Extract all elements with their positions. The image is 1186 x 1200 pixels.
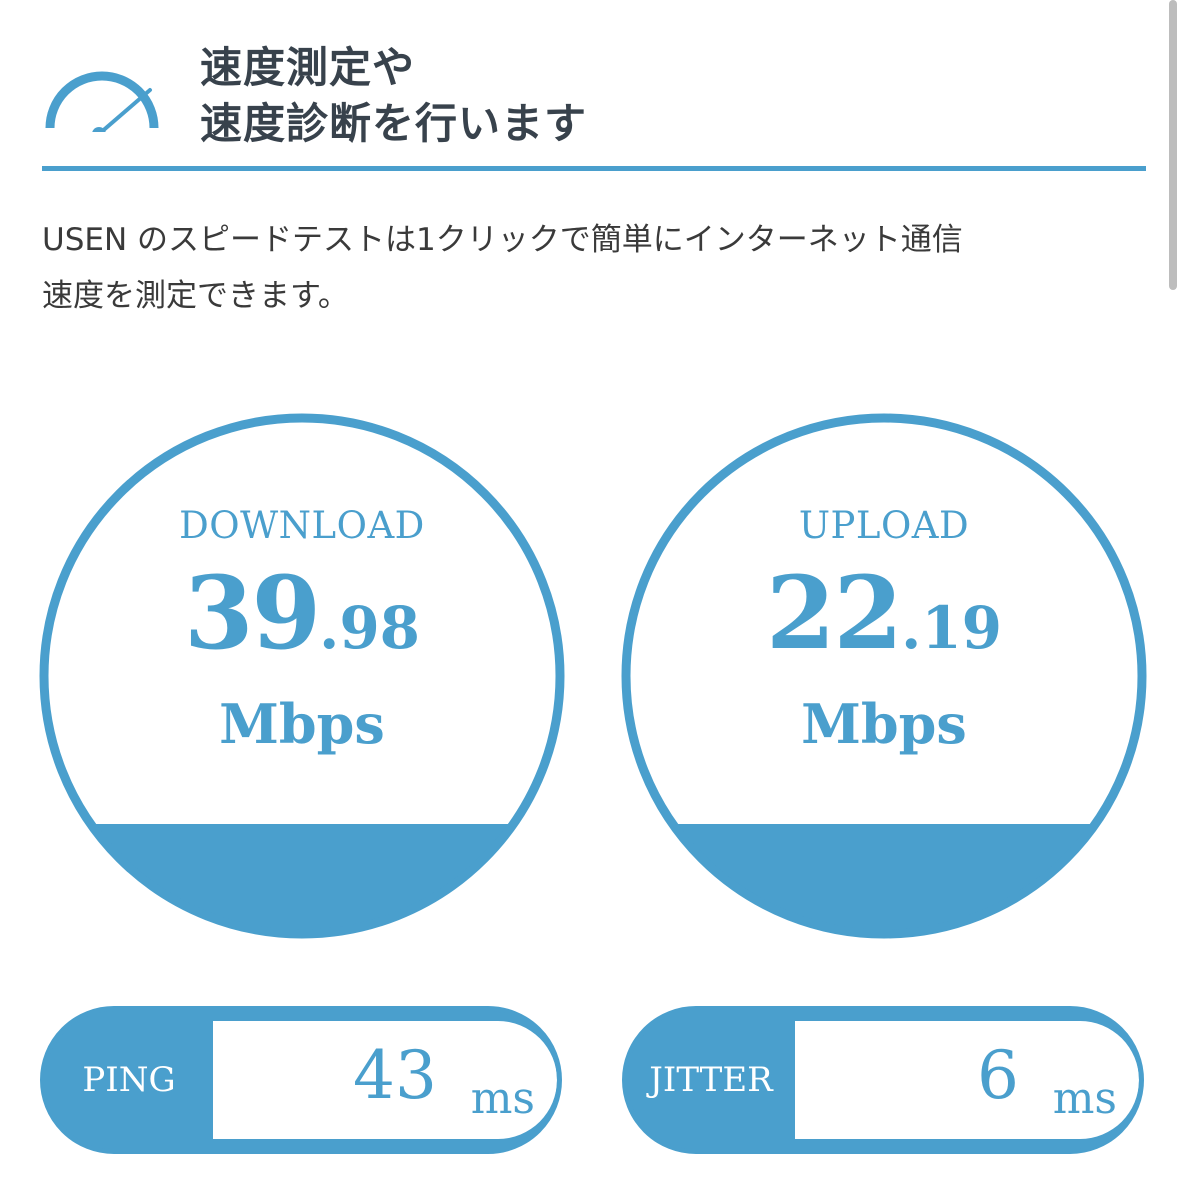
upload-dial-graphic	[621, 413, 1147, 939]
upload-value-int: 22	[765, 554, 903, 672]
upload-label: UPLOAD	[798, 504, 970, 547]
upload-value: 22.19	[620, 554, 1148, 672]
upload-unit: Mbps	[801, 692, 967, 756]
ping-label: PING	[82, 1060, 176, 1100]
download-label: DOWNLOAD	[179, 504, 425, 547]
download-dial: DOWNLOAD 39.98 Mbps	[38, 412, 566, 940]
title-line-2: 速度診断を行います	[200, 99, 588, 148]
jitter-unit: ms	[1052, 1073, 1117, 1124]
download-value-int: 39	[183, 554, 321, 672]
description: USEN のスピードテストは1クリックで簡単にインターネット通信 速度を測定でき…	[42, 212, 1132, 324]
jitter-value-box: 6 ms	[795, 1021, 1139, 1139]
description-line-2: 速度を測定できます。	[42, 278, 349, 314]
download-value-dec: .98	[319, 594, 421, 662]
page-title: 速度測定や 速度診断を行います	[200, 40, 1100, 152]
speedometer-icon	[45, 71, 159, 132]
download-dial-graphic	[39, 413, 565, 939]
section-header: 速度測定や 速度診断を行います	[42, 40, 1146, 175]
upload-dial: UPLOAD 22.19 Mbps	[620, 412, 1148, 940]
ping-readout: PING 43 ms	[40, 1006, 562, 1154]
description-line-1: USEN のスピードテストは1クリックで簡単にインターネット通信	[42, 222, 963, 258]
download-value: 39.98	[38, 554, 566, 672]
ping-unit: ms	[470, 1073, 535, 1124]
upload-value-dec: .19	[901, 594, 1003, 662]
scrollbar[interactable]	[1169, 0, 1177, 290]
jitter-label: JITTER	[649, 1060, 773, 1100]
header-divider	[42, 166, 1146, 171]
jitter-readout: JITTER 6 ms	[622, 1006, 1144, 1154]
ping-value: 43	[353, 1037, 437, 1114]
title-line-1: 速度測定や	[200, 43, 416, 92]
jitter-value: 6	[977, 1037, 1019, 1114]
ping-value-box: 43 ms	[213, 1021, 557, 1139]
download-unit: Mbps	[219, 692, 385, 756]
